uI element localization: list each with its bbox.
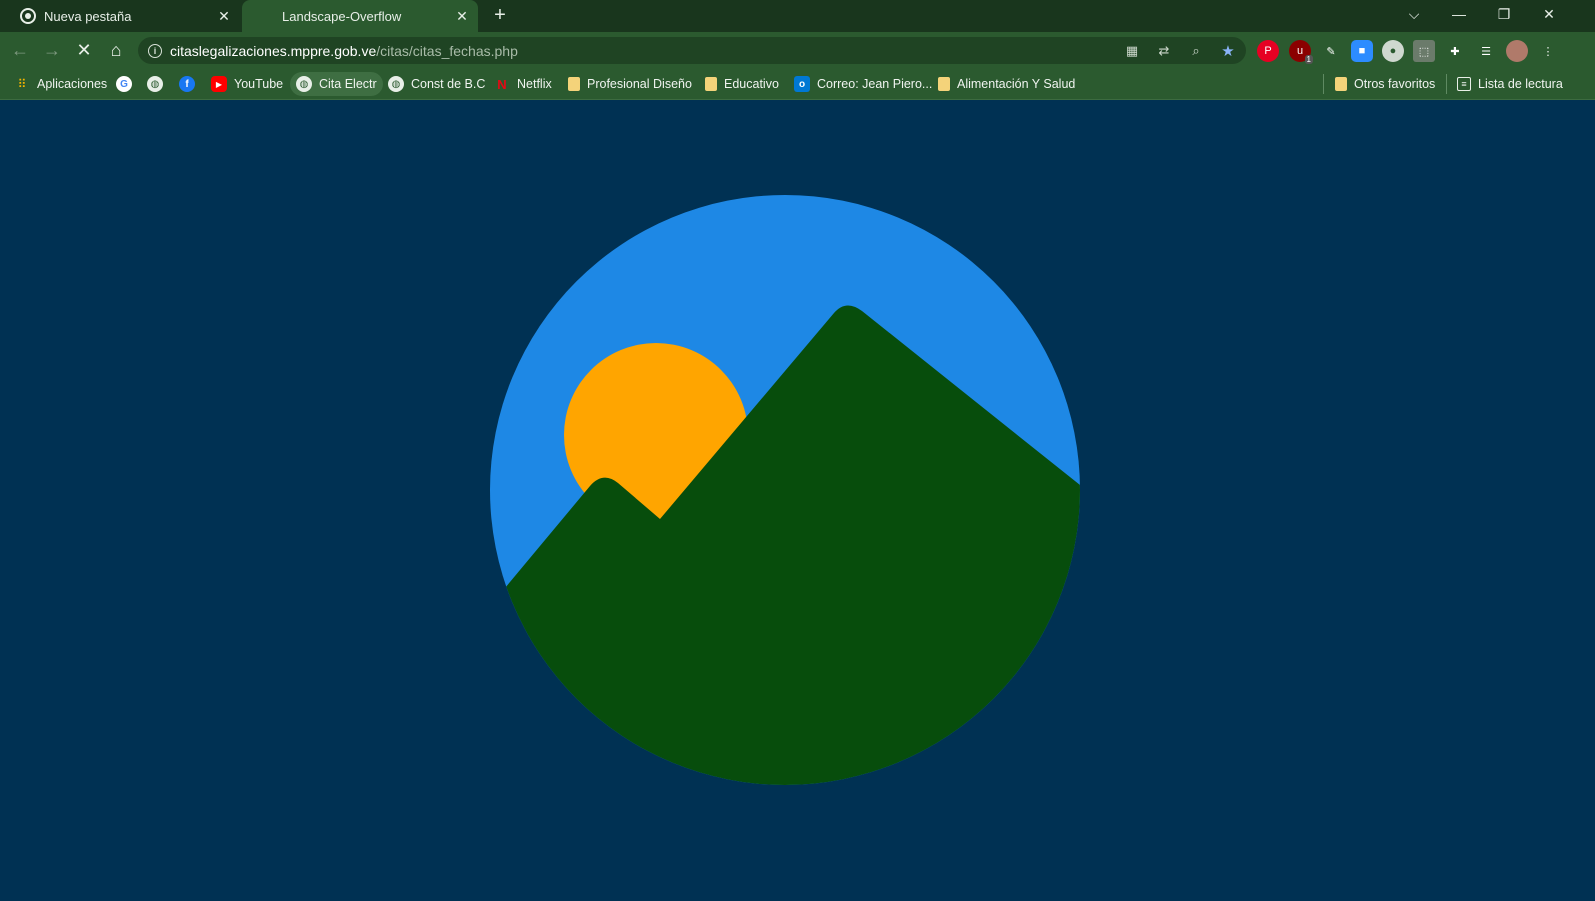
translate-icon[interactable]: ⇄ (1154, 41, 1174, 61)
bookmark-google[interactable]: G (110, 72, 145, 96)
bookmark-profesional-diseno[interactable]: Profesional Diseño (562, 72, 698, 96)
chrome-icon (20, 8, 36, 24)
menu-dots-icon[interactable]: ⋮ (1537, 40, 1559, 62)
zoom-meetings-icon[interactable]: ■ (1351, 40, 1373, 62)
install-app-icon[interactable]: ▦ (1122, 41, 1142, 61)
bookmark-aplicaciones[interactable]: ⠿ Aplicaciones (8, 72, 113, 96)
bookmark-globe[interactable]: ◍ (141, 72, 176, 96)
bookmark-youtube[interactable]: ▶ YouTube (205, 72, 289, 96)
bookmark-facebook[interactable]: f (173, 72, 208, 96)
bookmark-educativo[interactable]: Educativo (699, 72, 785, 96)
stop-loading-button[interactable]: ✕ (70, 36, 98, 64)
url-text[interactable]: citaslegalizaciones.mppre.gob.ve/citas/c… (170, 43, 518, 59)
bookmark-cita-electr[interactable]: ◍ Cita Electr (290, 72, 383, 96)
back-button[interactable]: ← (6, 36, 34, 64)
folder-icon (938, 77, 950, 91)
landscape-illustration (490, 195, 1080, 785)
bookmark-otros-favoritos[interactable]: Otros favoritos (1329, 72, 1441, 96)
close-tab-icon[interactable]: ✕ (214, 6, 234, 26)
minimize-button[interactable]: — (1437, 0, 1481, 28)
outlook-icon: o (794, 76, 810, 92)
pdf-icon[interactable]: ⬚ (1413, 40, 1435, 62)
apps-grid-icon: ⠿ (17, 77, 27, 91)
facebook-icon: f (179, 76, 195, 92)
extension-circle-icon[interactable]: ● (1382, 40, 1404, 62)
close-window-button[interactable]: ✕ (1527, 0, 1571, 28)
bookmark-alimentacion[interactable]: Alimentación Y Salud (932, 72, 1081, 96)
tab-strip: Nueva pestaña ✕ Landscape-Overflow ✕ + ⌵… (0, 0, 1595, 32)
tab-title: Landscape-Overflow (282, 8, 402, 24)
reading-list-button[interactable]: ≡ Lista de lectura (1451, 72, 1569, 96)
home-button[interactable]: ⌂ (102, 36, 130, 64)
new-tab-button[interactable]: + (488, 4, 512, 28)
globe-icon: ◍ (296, 76, 312, 92)
site-info-icon[interactable]: i (148, 43, 162, 58)
globe-icon: ◍ (388, 76, 404, 92)
forward-button[interactable]: → (38, 36, 66, 64)
pinterest-icon[interactable]: P (1257, 40, 1279, 62)
browser-toolbar: ← → ✕ ⌂ i citaslegalizaciones.mppre.gob.… (0, 32, 1595, 68)
zoom-icon[interactable]: ⌕ (1186, 41, 1206, 61)
folder-icon (568, 77, 580, 91)
restore-button[interactable]: ❐ (1482, 0, 1526, 28)
tab-landscape-overflow[interactable]: Landscape-Overflow ✕ (242, 0, 478, 32)
youtube-icon: ▶ (211, 76, 227, 92)
loading-icon (258, 8, 274, 24)
globe-icon: ◍ (147, 76, 163, 92)
ublock-icon[interactable]: u1 (1289, 40, 1313, 64)
bookmarks-separator (1446, 74, 1447, 94)
extensions-puzzle-icon[interactable]: ✚ (1444, 40, 1466, 62)
close-tab-icon[interactable]: ✕ (452, 6, 472, 26)
tab-search-chevron-icon[interactable]: ⌵ (1392, 0, 1436, 28)
bookmarks-separator (1323, 74, 1324, 94)
tab-title: Nueva pestaña (44, 8, 132, 24)
eyedropper-icon[interactable]: ✎ (1320, 40, 1342, 62)
folder-icon (705, 77, 717, 91)
tab-nueva-pestana[interactable]: Nueva pestaña ✕ (8, 0, 240, 32)
page-content (0, 101, 1595, 896)
bookmark-netflix[interactable]: N Netflix (488, 72, 558, 96)
bookmark-star-icon[interactable]: ★ (1218, 41, 1238, 61)
address-bar[interactable]: i citaslegalizaciones.mppre.gob.ve/citas… (138, 37, 1246, 64)
folder-icon (1335, 77, 1347, 91)
avatar[interactable] (1506, 40, 1528, 62)
bookmarks-bar: ⠿ Aplicaciones G ◍ f ▶ YouTube ◍ Cita El… (0, 68, 1595, 100)
reading-list-icon: ≡ (1457, 77, 1471, 91)
netflix-icon: N (497, 76, 507, 92)
bookmark-correo[interactable]: o Correo: Jean Piero... (788, 72, 938, 96)
bookmark-const-bc[interactable]: ◍ Const de B.C (382, 72, 491, 96)
media-control-icon[interactable]: ☰ (1475, 40, 1497, 62)
google-icon: G (116, 76, 132, 92)
